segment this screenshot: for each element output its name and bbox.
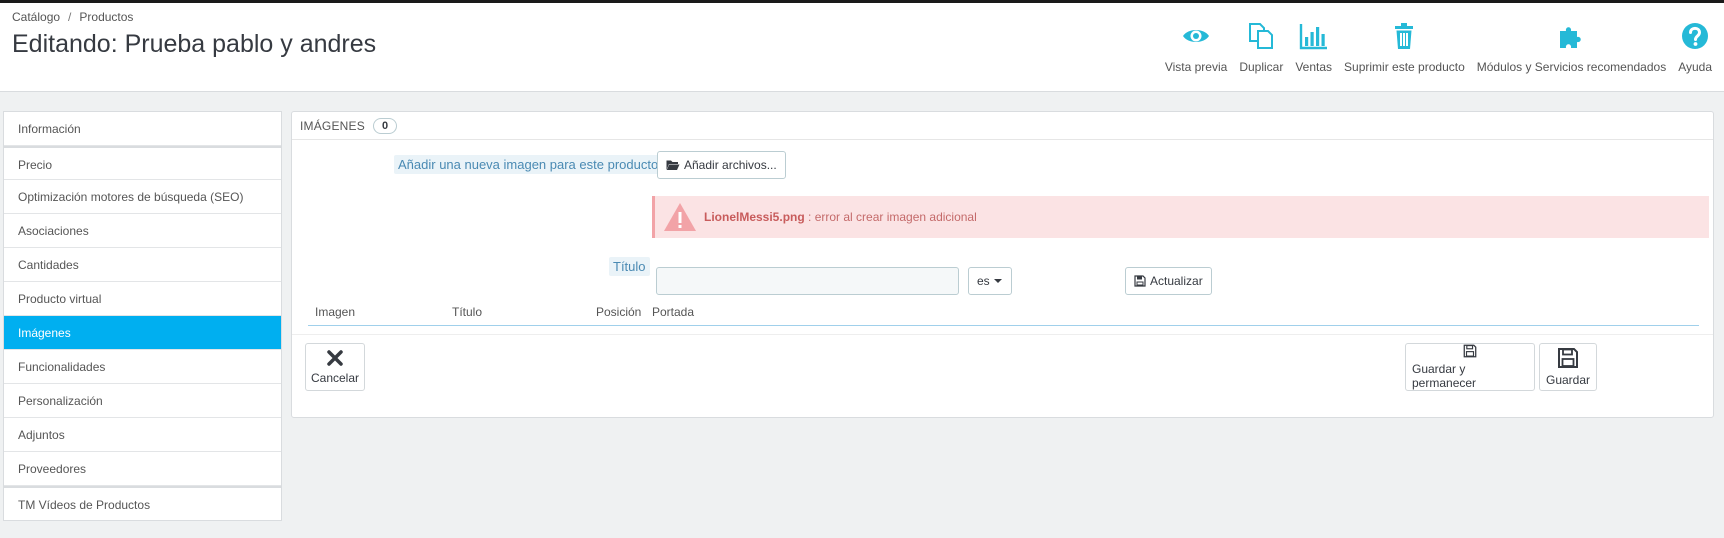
sidebar-item-producto-virtual[interactable]: Producto virtual (4, 282, 281, 316)
sidebar-item-asociaciones[interactable]: Asociaciones (4, 214, 281, 248)
breadcrumb-separator: / (68, 10, 72, 24)
sidebar-item-imagenes[interactable]: Imágenes (4, 316, 281, 350)
add-files-label: Añadir archivos... (684, 158, 777, 172)
update-label: Actualizar (1150, 274, 1203, 288)
error-alert: LionelMessi5.png : error al crear imagen… (652, 196, 1709, 238)
sales-label: Ventas (1295, 60, 1333, 74)
trash-icon (1395, 23, 1414, 49)
images-table-header: Imagen Título Posición Portada (308, 300, 1699, 326)
column-cover: Portada (652, 305, 695, 319)
duplicate-label: Duplicar (1239, 60, 1284, 74)
save-and-stay-label: Guardar y permanecer (1412, 362, 1477, 390)
sidebar-item-precio[interactable]: Precio (4, 146, 281, 180)
copy-icon (1249, 23, 1274, 49)
bar-chart-icon (1299, 24, 1327, 50)
error-detail: : error al crear imagen adicional (804, 210, 977, 224)
sidebar-item-adjuntos[interactable]: Adjuntos (4, 418, 281, 452)
sidebar-item-funcionalidades[interactable]: Funcionalidades (4, 350, 281, 384)
images-panel: IMÁGENES 0 Añadir una nueva imagen para … (291, 111, 1714, 418)
eye-icon (1183, 30, 1210, 42)
add-image-label: Añadir una nueva imagen para este produc… (394, 155, 663, 174)
cancel-label: Cancelar (310, 371, 360, 385)
language-value: es (977, 274, 990, 288)
error-message: LionelMessi5.png : error al crear imagen… (704, 210, 977, 224)
title-label: Título (609, 257, 650, 276)
folder-open-icon (666, 160, 680, 170)
title-input[interactable] (656, 267, 959, 295)
toolbar: Vista previa Duplicar Ventas Suprimir es… (1159, 21, 1718, 77)
column-image: Imagen (315, 305, 356, 319)
caret-down-icon (993, 279, 1002, 283)
image-count-badge: 0 (372, 117, 398, 134)
sidebar-item-proveedores[interactable]: Proveedores (4, 452, 281, 486)
product-tabs-sidebar: Información Precio Optimización motores … (3, 111, 282, 521)
breadcrumb: Catálogo / Productos (12, 10, 133, 24)
floppy-icon (1558, 348, 1578, 368)
preview-label: Vista previa (1164, 60, 1228, 74)
breadcrumb-catalog[interactable]: Catálogo (12, 10, 60, 24)
warning-icon (664, 203, 696, 231)
save-and-stay-button[interactable]: Guardar y permanecer (1405, 343, 1535, 391)
floppy-icon (1134, 275, 1146, 287)
modules-label: Módulos y Servicios recomendados (1476, 60, 1667, 74)
update-button[interactable]: Actualizar (1125, 267, 1212, 295)
column-title: Título (452, 305, 483, 319)
page-header: Catálogo / Productos Editando: Prueba pabl… (0, 3, 1724, 92)
column-position: Posición (596, 305, 642, 319)
floppy-icon (1463, 344, 1477, 358)
add-files-button[interactable]: Añadir archivos... (657, 151, 786, 179)
sidebar-item-cantidades[interactable]: Cantidades (4, 248, 281, 282)
puzzle-icon (1560, 27, 1582, 48)
sidebar-item-personalizacion[interactable]: Personalización (4, 384, 281, 418)
help-button[interactable]: Ayuda (1672, 21, 1718, 77)
help-label: Ayuda (1678, 60, 1712, 74)
sidebar-item-informacion[interactable]: Información (4, 112, 281, 146)
language-selector[interactable]: es (968, 267, 1012, 295)
breadcrumb-products[interactable]: Productos (79, 10, 133, 24)
sidebar-item-tm-videos[interactable]: TM Vídeos de Productos (4, 486, 281, 520)
delete-label: Suprimir este producto (1344, 60, 1465, 74)
page-title: Editando: Prueba pablo y andres (12, 30, 377, 58)
recommended-modules-button[interactable]: Módulos y Servicios recomendados (1471, 21, 1672, 77)
sidebar-item-seo[interactable]: Optimización motores de búsqueda (SEO) (4, 180, 281, 214)
save-label: Guardar (1545, 373, 1591, 387)
panel-heading: IMÁGENES 0 (292, 112, 1713, 140)
preview-button[interactable]: Vista previa (1159, 21, 1233, 77)
duplicate-button[interactable]: Duplicar (1233, 21, 1289, 77)
cancel-button[interactable]: Cancelar (305, 343, 365, 391)
panel-footer: Cancelar Guardar y permanecer Guardar (292, 334, 1713, 418)
sales-button[interactable]: Ventas (1289, 21, 1338, 77)
close-icon (327, 350, 343, 366)
save-button[interactable]: Guardar (1539, 343, 1597, 391)
delete-product-button[interactable]: Suprimir este producto (1338, 21, 1471, 77)
panel-title: IMÁGENES (300, 118, 365, 133)
question-icon (1682, 23, 1709, 49)
error-file-name: LionelMessi5.png (704, 210, 805, 224)
